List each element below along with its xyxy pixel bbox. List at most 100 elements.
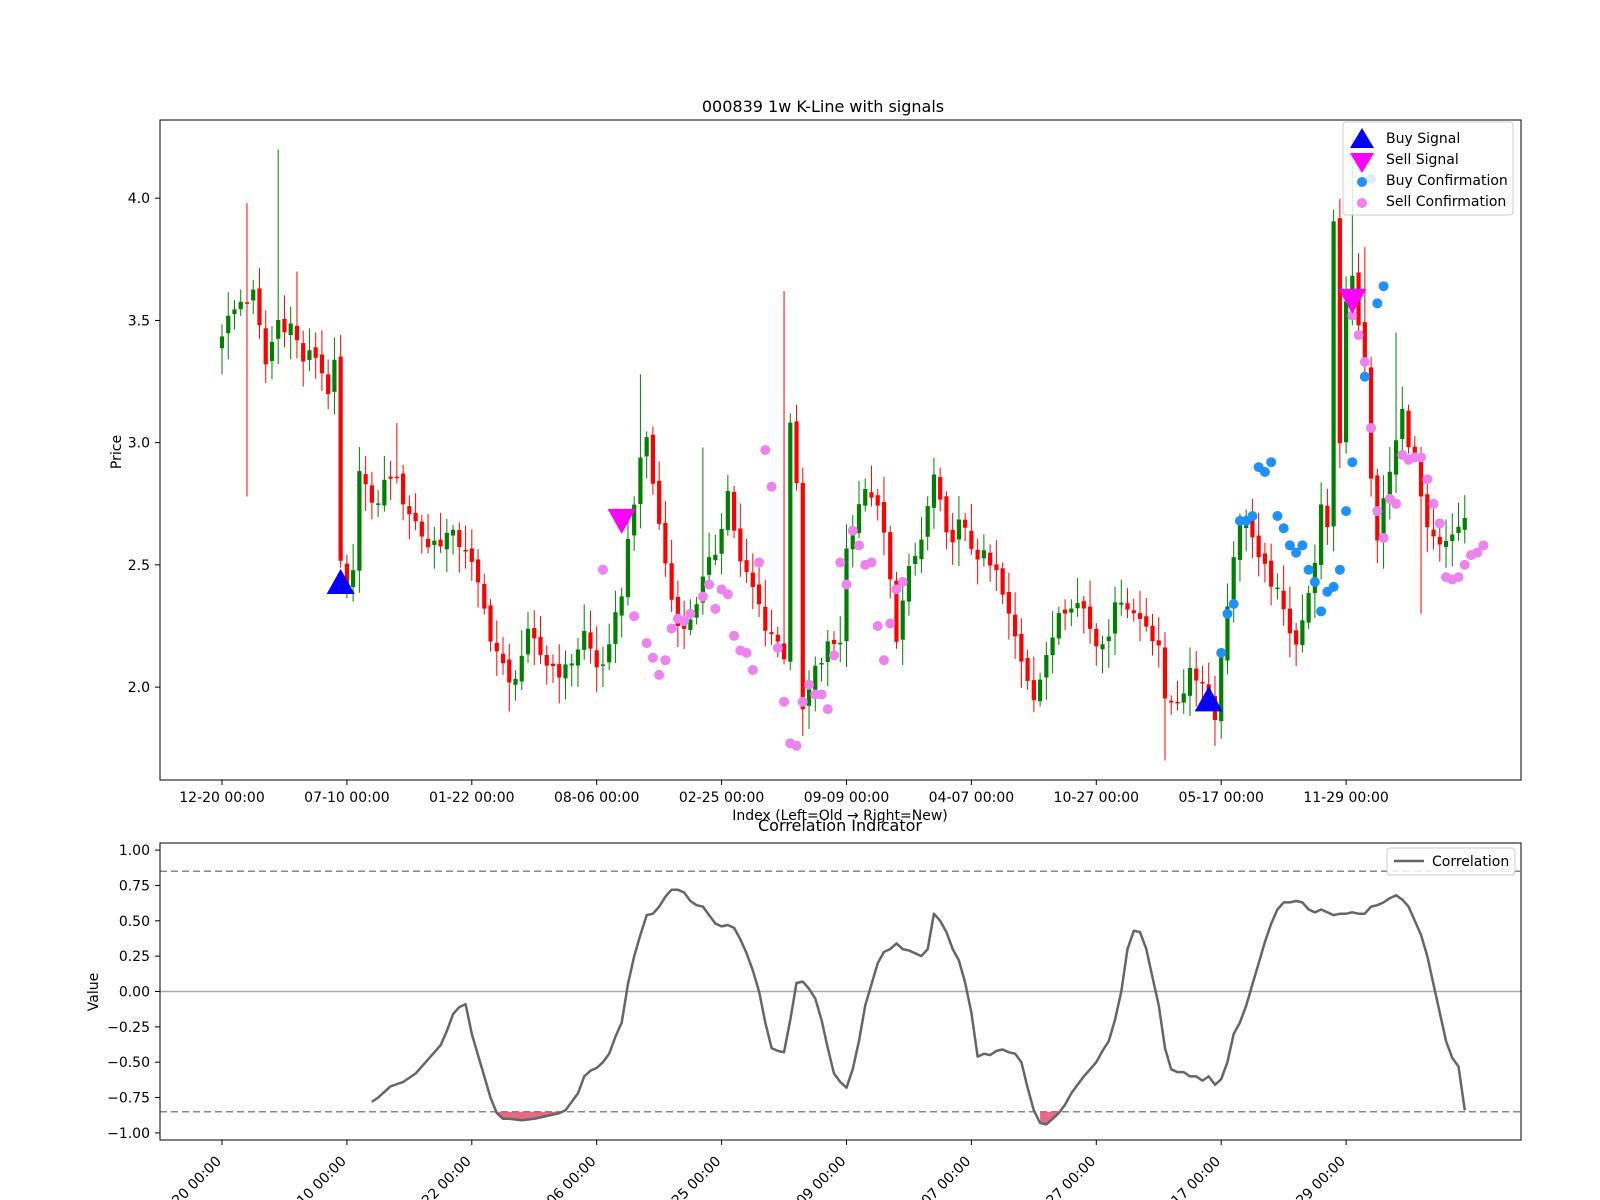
candle-up <box>1119 602 1124 605</box>
candle-up <box>981 550 986 559</box>
kline-y-tick-label: 3.0 <box>128 436 150 452</box>
sell-confirmation-point <box>1359 357 1370 367</box>
candle-up <box>638 457 643 505</box>
candle-up <box>719 528 724 554</box>
candle-down <box>944 496 949 533</box>
candle-up <box>1344 301 1349 443</box>
candle-down <box>963 519 968 528</box>
sell-confirmation-point <box>641 638 652 649</box>
candle-up <box>432 540 437 545</box>
candle-down <box>469 548 474 562</box>
candle-down <box>338 356 343 561</box>
legend-sell-confirmation: Sell Confirmation <box>1386 194 1506 210</box>
candle-up <box>575 649 581 666</box>
sell-confirmation-point <box>1353 330 1364 341</box>
candle-up <box>1037 679 1043 702</box>
candle-down <box>1175 701 1180 704</box>
candle-down <box>319 354 325 374</box>
candle-down <box>1006 592 1011 614</box>
correlation-y-tick-label: −0.25 <box>107 1020 150 1036</box>
buy-confirmation-point <box>1278 523 1289 534</box>
buy-confirmation-point <box>1297 540 1308 551</box>
legend-correlation: Correlation <box>1432 854 1509 870</box>
buy-confirmation-point <box>1316 606 1327 617</box>
sell-confirmation-point <box>1366 423 1377 433</box>
kline-y-tick-label: 2.5 <box>128 558 150 574</box>
candle-down <box>875 495 880 506</box>
candle-up <box>838 642 843 645</box>
kline-y-tick-label: 4.0 <box>128 191 150 207</box>
sell-confirmation-point <box>1391 498 1402 509</box>
candle-down <box>881 502 887 533</box>
sell-confirmation-point <box>829 650 840 661</box>
correlation-y-tick-label: −0.75 <box>107 1091 150 1107</box>
sell-confirmation-point <box>1378 533 1389 543</box>
candle-up <box>819 663 824 665</box>
candle-down <box>301 343 306 362</box>
buy-confirmation-point <box>1272 511 1283 521</box>
kline-x-tick-label: 10-27 00:00 <box>1054 790 1139 806</box>
candle-down <box>1431 529 1436 537</box>
candle-down <box>738 528 743 562</box>
sell-confirmation-point <box>685 608 696 619</box>
candle-down <box>794 421 799 484</box>
buy-confirmation-legend-marker <box>1357 177 1367 187</box>
candle-up <box>863 488 868 506</box>
candle-down <box>1194 668 1199 681</box>
candle-up <box>251 289 256 301</box>
buy-confirmation-point <box>1303 564 1314 575</box>
kline-x-tick-label: 08-06 00:00 <box>554 790 639 806</box>
candle-down <box>457 530 462 547</box>
candle-down <box>507 659 512 683</box>
candle-down <box>482 583 487 609</box>
legend-sell-signal: Sell Signal <box>1386 152 1459 168</box>
candle-up <box>707 557 712 575</box>
sell-confirmation-point <box>779 696 790 707</box>
candle-up <box>600 664 606 666</box>
candle-up <box>1187 667 1193 696</box>
candle-up <box>276 320 281 339</box>
buy-confirmation-point <box>1334 564 1345 575</box>
sell-confirmation-point <box>878 655 889 666</box>
candle-down <box>438 539 443 547</box>
candle-up <box>307 350 312 360</box>
sell-confirmation-point <box>797 696 808 707</box>
kline-x-tick-label: 11-29 00:00 <box>1303 790 1388 806</box>
candle-down <box>1262 553 1268 564</box>
candle-up <box>607 644 612 663</box>
kline-y-tick-label: 3.5 <box>128 313 150 329</box>
candle-down <box>731 491 737 531</box>
sell-confirmation-point <box>791 740 802 751</box>
candle-up <box>713 554 718 561</box>
candle-up <box>694 604 699 618</box>
sell-confirmation-point <box>804 679 815 690</box>
kline-legend: Buy Signal Sell Signal Buy Confirmation … <box>1342 121 1514 216</box>
candle-up <box>806 688 812 706</box>
candle-up <box>856 504 862 534</box>
candle-down <box>744 560 749 572</box>
kline-x-tick-label: 01-22 00:00 <box>429 790 514 806</box>
correlation-y-tick-label: 1.00 <box>119 843 150 859</box>
candle-up <box>226 315 231 334</box>
candle-down <box>550 663 556 667</box>
candle-up <box>569 663 574 666</box>
candle-down <box>756 584 762 605</box>
sell-confirmation-point <box>1428 498 1439 509</box>
candle-up <box>1450 534 1455 542</box>
candle-up <box>1300 620 1305 646</box>
candle-up <box>900 600 905 640</box>
candle-down <box>663 522 668 564</box>
sell-confirmation-point <box>1434 518 1445 529</box>
sell-confirmation-point <box>1459 559 1470 570</box>
candle-down <box>775 634 780 642</box>
candle-down <box>1025 658 1030 681</box>
kline-x-tick-label: 02-25 00:00 <box>679 790 764 806</box>
candle-down <box>750 572 755 587</box>
candle-down <box>1019 633 1024 662</box>
candle-down <box>1337 218 1342 444</box>
candle-up <box>582 631 587 650</box>
candle-up <box>1319 504 1324 565</box>
buy-confirmation-point <box>1359 371 1370 382</box>
candle-up <box>613 612 618 644</box>
candle-down <box>557 664 562 678</box>
